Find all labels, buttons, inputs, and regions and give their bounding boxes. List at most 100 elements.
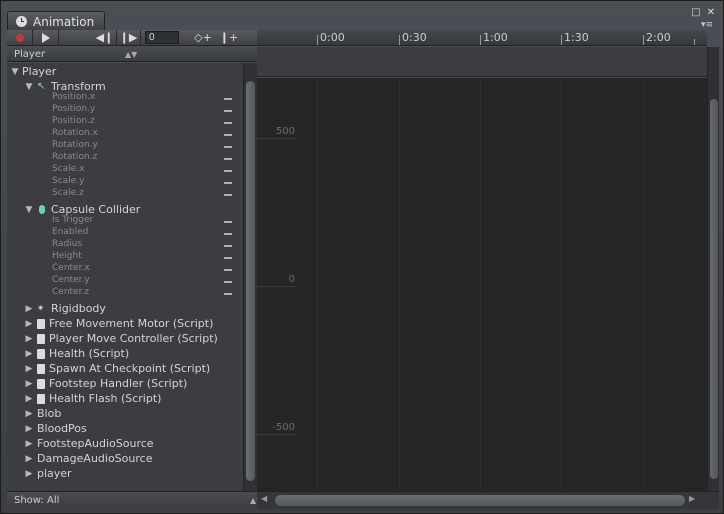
dash-icon bbox=[224, 293, 232, 295]
selector-arrow-icon: ▲▼ bbox=[125, 49, 138, 59]
dash-icon bbox=[224, 146, 232, 148]
object-selector[interactable]: Player ▲▼ bbox=[7, 47, 257, 62]
collapsed-arrow-icon: ▶ bbox=[25, 393, 33, 404]
dash-icon bbox=[224, 170, 232, 172]
grid-line bbox=[399, 78, 400, 491]
show-filter[interactable]: Show: All ▲▼ bbox=[7, 491, 262, 509]
script-icon bbox=[37, 318, 45, 329]
transform-icon: ↖ bbox=[37, 80, 46, 92]
tree-item-spawn-at-checkpoint[interactable]: ▶ Spawn At Checkpoint (Script) bbox=[24, 361, 243, 376]
tree-label: Health Flash (Script) bbox=[49, 392, 162, 405]
dash-icon bbox=[224, 269, 232, 271]
prop-label[interactable]: Rotation.y bbox=[52, 139, 98, 151]
tree-item-player-child[interactable]: ▶ player bbox=[24, 466, 243, 481]
next-keyframe-icon: ❙▶ bbox=[119, 31, 138, 44]
tree-item-player[interactable]: ▼ Player bbox=[10, 64, 243, 79]
tab-title: Animation bbox=[33, 14, 95, 29]
tree-item-rigidbody[interactable]: ▶ ✴ Rigidbody bbox=[24, 301, 243, 316]
expanded-arrow-icon: ▼ bbox=[25, 204, 33, 215]
tree-item-blob[interactable]: ▶ Blob bbox=[24, 406, 243, 421]
scroll-right-icon[interactable]: ▶ bbox=[689, 494, 695, 503]
prev-keyframe-icon: ◀❙ bbox=[95, 31, 114, 44]
tree-label: Footstep Handler (Script) bbox=[49, 377, 188, 390]
y-axis-label: -500 bbox=[272, 422, 295, 433]
prop-label[interactable]: Enabled bbox=[52, 226, 88, 238]
add-keyframe-button[interactable]: ◇+ bbox=[193, 30, 213, 46]
curve-horizontal-scrollbar[interactable]: ◀ ▶ bbox=[257, 491, 719, 509]
collapsed-arrow-icon: ▶ bbox=[25, 303, 33, 314]
maximize-icon[interactable]: □ bbox=[691, 7, 700, 18]
tree-label: Spawn At Checkpoint (Script) bbox=[49, 362, 211, 375]
dash-icon bbox=[224, 122, 232, 124]
dash-icon bbox=[224, 134, 232, 136]
y-axis-label: 500 bbox=[275, 126, 295, 137]
prop-label[interactable]: Rotation.z bbox=[52, 151, 97, 163]
prop-label[interactable]: Center.z bbox=[52, 286, 89, 298]
collapsed-arrow-icon: ▶ bbox=[25, 318, 33, 329]
curve-vertical-scrollbar[interactable] bbox=[707, 47, 719, 491]
y-axis-label: 0 bbox=[288, 274, 295, 285]
collapsed-arrow-icon: ▶ bbox=[25, 348, 33, 359]
timeline-ruler[interactable]: 0:00 0:30 1:00 1:30 2:00 bbox=[257, 30, 707, 46]
next-keyframe-button[interactable]: ❙▶ bbox=[117, 29, 141, 46]
event-lane[interactable] bbox=[257, 47, 707, 77]
dash-icon bbox=[224, 245, 232, 247]
tree-item-damage-audio-source[interactable]: ▶ DamageAudioSource bbox=[24, 451, 243, 466]
animation-window: Animation □ ✕ ▾≡ ◀❙ ❙▶ ◇+ ❙+ 0:0 bbox=[0, 0, 724, 514]
menu-icon[interactable]: ▾≡ bbox=[701, 20, 713, 30]
play-button[interactable] bbox=[33, 29, 59, 46]
ruler-label: 0:00 bbox=[320, 31, 345, 44]
ruler-label: 2:00 bbox=[646, 31, 671, 44]
tree-label: BloodPos bbox=[37, 422, 87, 435]
prop-label[interactable]: Center.y bbox=[52, 274, 90, 286]
frame-field[interactable] bbox=[145, 31, 179, 44]
tree-item-footstep-handler[interactable]: ▶ Footstep Handler (Script) bbox=[24, 376, 243, 391]
dash-icon bbox=[224, 281, 232, 283]
tree-item-player-move-controller[interactable]: ▶ Player Move Controller (Script) bbox=[24, 331, 243, 346]
prop-label[interactable]: Position.z bbox=[52, 115, 95, 127]
collapsed-arrow-icon: ▶ bbox=[25, 378, 33, 389]
title-bar: Animation □ ✕ ▾≡ bbox=[1, 1, 723, 31]
record-icon bbox=[15, 33, 24, 42]
prop-label[interactable]: Is Trigger bbox=[52, 214, 93, 226]
prev-keyframe-button[interactable]: ◀❙ bbox=[93, 29, 117, 46]
add-event-icon: ❙+ bbox=[219, 31, 239, 44]
curve-horizontal-scroll-thumb[interactable] bbox=[275, 495, 685, 506]
curve-vertical-scroll-thumb[interactable] bbox=[710, 99, 718, 479]
collapsed-arrow-icon: ▶ bbox=[25, 408, 33, 419]
tree-item-bloodpos[interactable]: ▶ BloodPos bbox=[24, 421, 243, 436]
dash-icon bbox=[224, 158, 232, 160]
ruler-label: 1:00 bbox=[483, 31, 508, 44]
curve-editor[interactable]: 500 0 -500 bbox=[257, 78, 707, 491]
clock-icon bbox=[16, 16, 27, 27]
grid-line bbox=[257, 138, 297, 139]
prop-label[interactable]: Rotation.x bbox=[52, 127, 98, 139]
scroll-left-icon[interactable]: ◀ bbox=[261, 494, 267, 503]
record-button[interactable] bbox=[7, 29, 33, 46]
tree-item-health-flash[interactable]: ▶ Health Flash (Script) bbox=[24, 391, 243, 406]
ruler-major-tick bbox=[317, 35, 318, 45]
tree-item-free-movement-motor[interactable]: ▶ Free Movement Motor (Script) bbox=[24, 316, 243, 331]
prop-label[interactable]: Scale.z bbox=[52, 187, 84, 199]
animation-tab[interactable]: Animation bbox=[7, 11, 105, 31]
prop-label[interactable]: Radius bbox=[52, 238, 82, 250]
prop-label[interactable]: Height bbox=[52, 250, 82, 262]
prop-label[interactable]: Scale.y bbox=[52, 175, 84, 187]
dash-icon bbox=[224, 257, 232, 259]
hierarchy-scrollbar[interactable] bbox=[243, 63, 257, 491]
object-selector-label: Player bbox=[14, 48, 46, 60]
tree-label: Rigidbody bbox=[51, 302, 106, 315]
prop-label[interactable]: Position.y bbox=[52, 103, 95, 115]
tree-item-footstep-audio-source[interactable]: ▶ FootstepAudioSource bbox=[24, 436, 243, 451]
grid-line bbox=[643, 78, 644, 491]
tree-item-health[interactable]: ▶ Health (Script) bbox=[24, 346, 243, 361]
animation-toolbar: ◀❙ ❙▶ ◇+ ❙+ bbox=[7, 29, 257, 46]
prop-label[interactable]: Position.x bbox=[52, 91, 95, 103]
prop-label[interactable]: Scale.x bbox=[52, 163, 84, 175]
add-event-button[interactable]: ❙+ bbox=[219, 30, 239, 46]
expanded-arrow-icon: ▼ bbox=[25, 81, 33, 92]
prop-label[interactable]: Center.x bbox=[52, 262, 90, 274]
hierarchy-scroll-thumb[interactable] bbox=[246, 81, 255, 481]
close-icon[interactable]: ✕ bbox=[707, 7, 715, 18]
